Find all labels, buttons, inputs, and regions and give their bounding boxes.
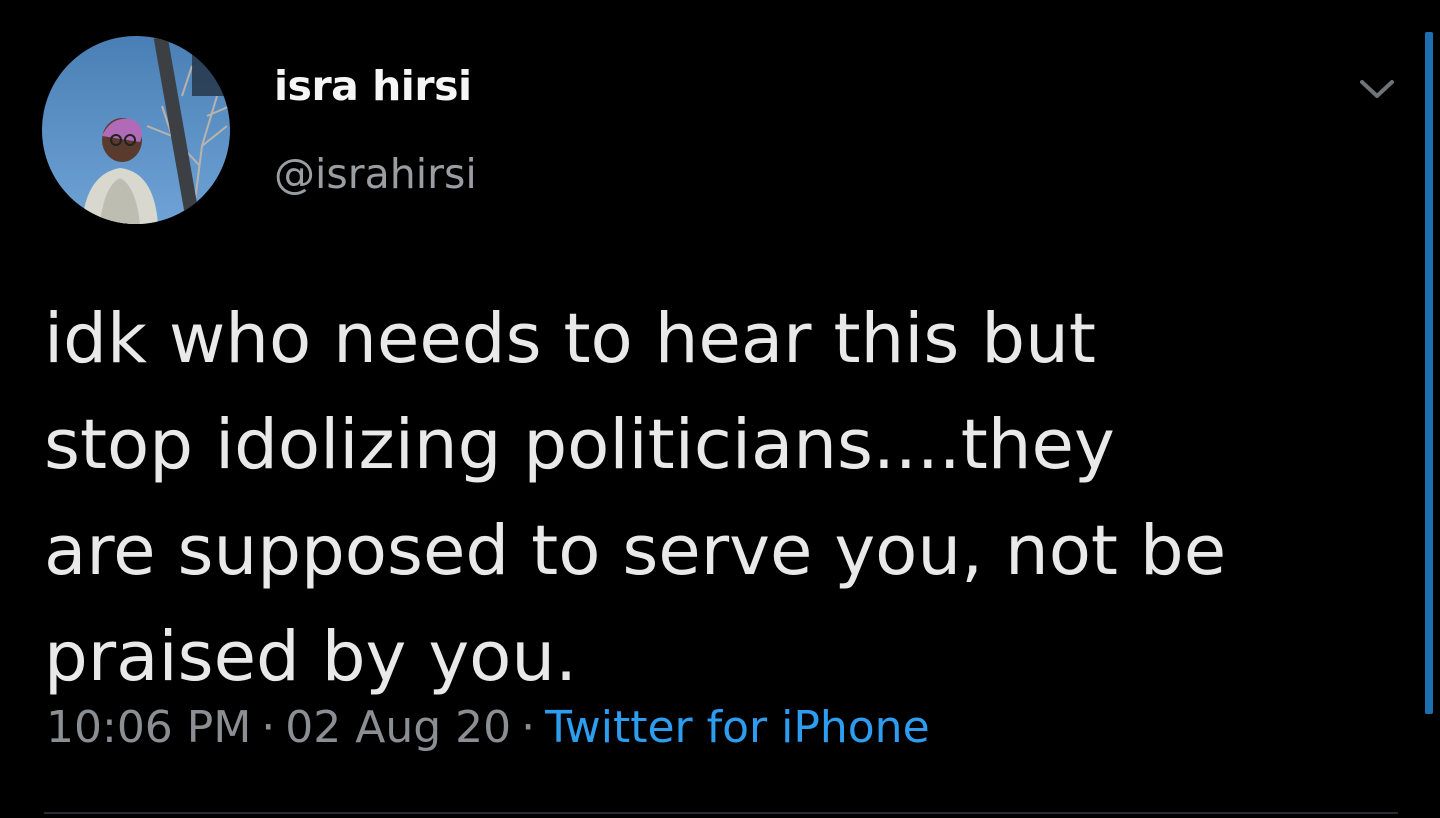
chevron-down-icon (1360, 80, 1394, 98)
avatar[interactable] (42, 36, 230, 224)
tweet-meta: 10:06 PM · 02 Aug 20 · Twitter for iPhone (46, 702, 930, 753)
tweet-time: 10:06 PM (46, 702, 252, 753)
tweet-menu-button[interactable] (1354, 72, 1400, 106)
avatar-photo (42, 36, 230, 224)
tweet-body-text: idk who needs to hear this but stop idol… (44, 299, 1227, 697)
meta-separator: · (261, 702, 276, 753)
tweet-card: isra hirsi @israhirsi idk who needs to h… (0, 0, 1440, 818)
meta-separator: · (521, 702, 536, 753)
author-display-name[interactable]: isra hirsi (274, 62, 472, 110)
divider (44, 812, 1398, 814)
scrollbar[interactable] (1425, 32, 1433, 714)
author-handle[interactable]: @israhirsi (274, 150, 477, 198)
tweet-date: 02 Aug 20 (285, 702, 512, 753)
tweet-source-link[interactable]: Twitter for iPhone (545, 702, 929, 753)
